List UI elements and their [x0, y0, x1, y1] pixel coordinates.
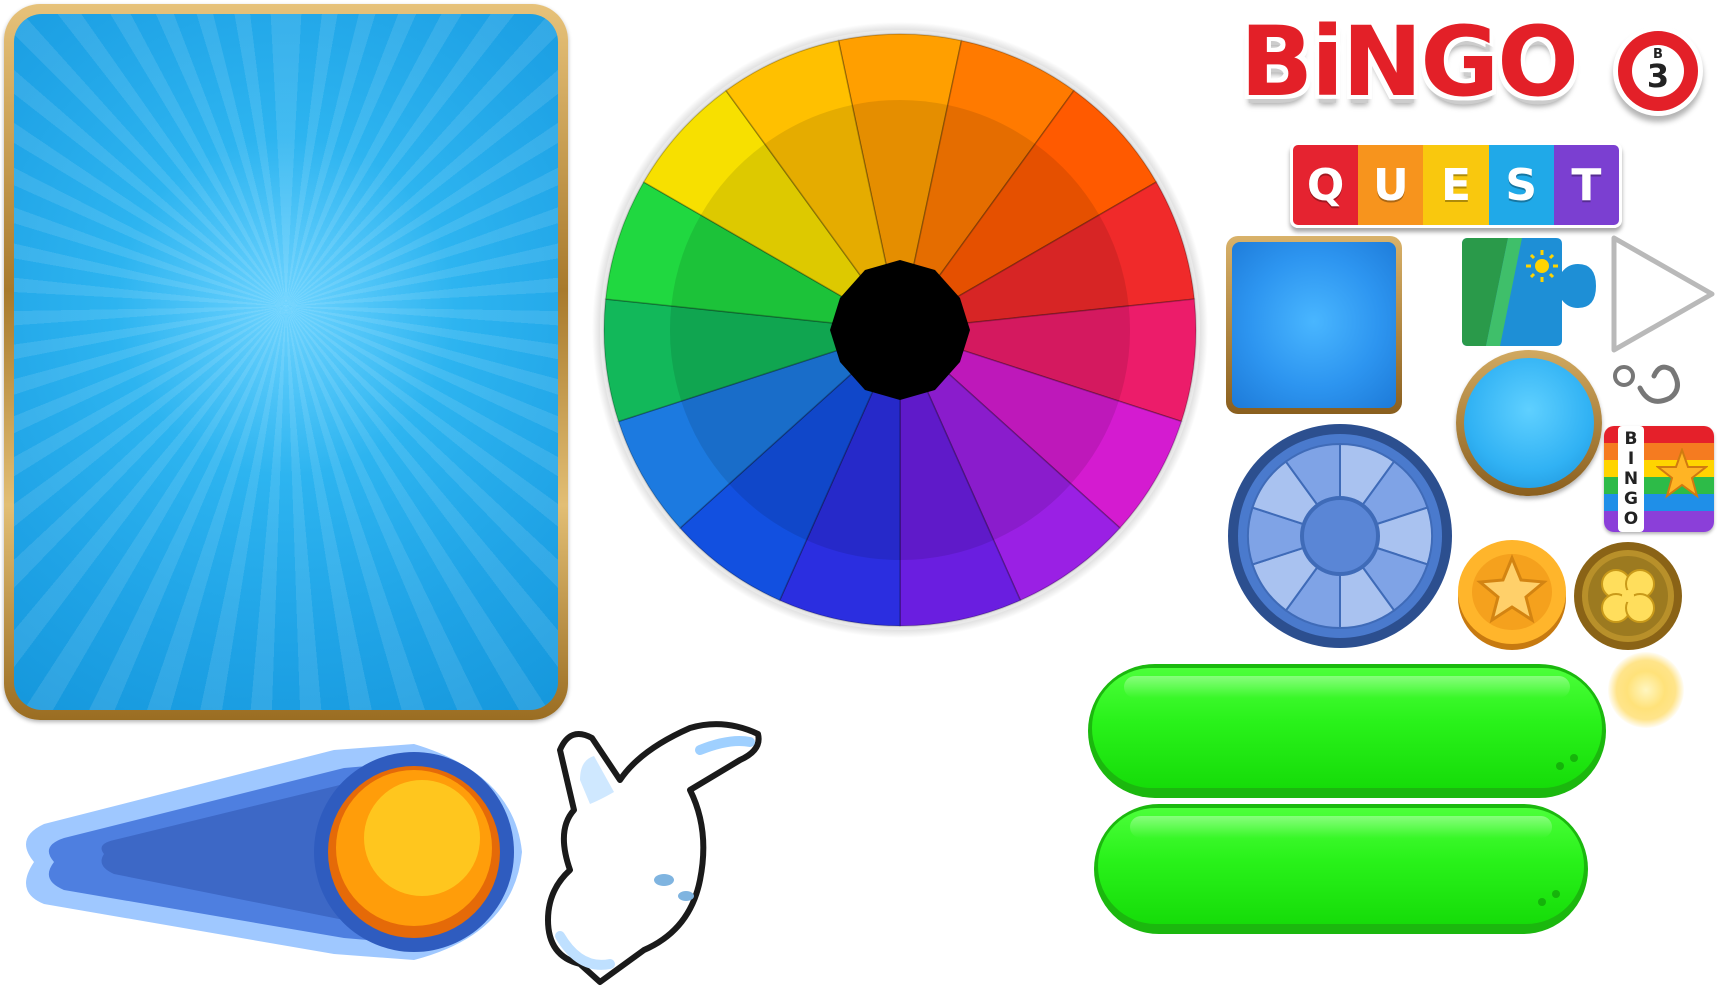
prize-wheel[interactable] — [590, 20, 1210, 640]
puzzle-piece-icon[interactable] — [1456, 236, 1606, 348]
green-button-shine — [1124, 676, 1570, 698]
quest-letter: Q — [1293, 145, 1359, 225]
green-button-dot — [1538, 898, 1546, 906]
clover-coin-icon — [1572, 540, 1684, 652]
slider-knob[interactable] — [14, 734, 534, 970]
card-panel-background — [14, 14, 558, 710]
bingo-quest-logo: BiNGO B 3 Q U E S T — [1230, 6, 1703, 228]
quest-letter: T — [1553, 145, 1619, 225]
quest-letter: E — [1423, 145, 1489, 225]
green-button-dot — [1570, 754, 1578, 762]
card-panel — [4, 4, 568, 720]
green-button-shine — [1130, 816, 1552, 838]
ball-number: 3 — [1646, 57, 1670, 95]
star-icon — [1656, 448, 1708, 499]
green-button-dot — [1556, 762, 1564, 770]
blue-square-tile-face — [1232, 242, 1396, 408]
rainbow-card-label: BINGO — [1618, 426, 1644, 532]
round-blue-button[interactable] — [1456, 350, 1602, 496]
round-blue-button-face — [1464, 358, 1594, 488]
green-button-dot — [1552, 890, 1560, 898]
blue-square-tile[interactable] — [1226, 236, 1402, 414]
hook-icon — [1610, 358, 1690, 418]
glow-sparkle — [1608, 652, 1684, 728]
green-button-bottom[interactable] — [1094, 804, 1588, 934]
green-button-top[interactable] — [1088, 664, 1606, 798]
mini-blue-wheel[interactable] — [1226, 422, 1454, 650]
logo-bingo-word: BiNGO — [1240, 6, 1579, 118]
bingo-ball-icon: B 3 — [1613, 26, 1703, 116]
prize-wheel-graphic — [592, 22, 1208, 638]
rainbow-bingo-card-icon[interactable]: BINGO — [1604, 426, 1714, 532]
pointing-glove-icon — [540, 720, 770, 990]
play-triangle-icon[interactable] — [1608, 230, 1718, 360]
quest-letter: U — [1358, 145, 1424, 225]
star-coin-icon — [1456, 536, 1568, 652]
logo-quest-bar: Q U E S T — [1290, 142, 1622, 228]
quest-letter: S — [1488, 145, 1554, 225]
